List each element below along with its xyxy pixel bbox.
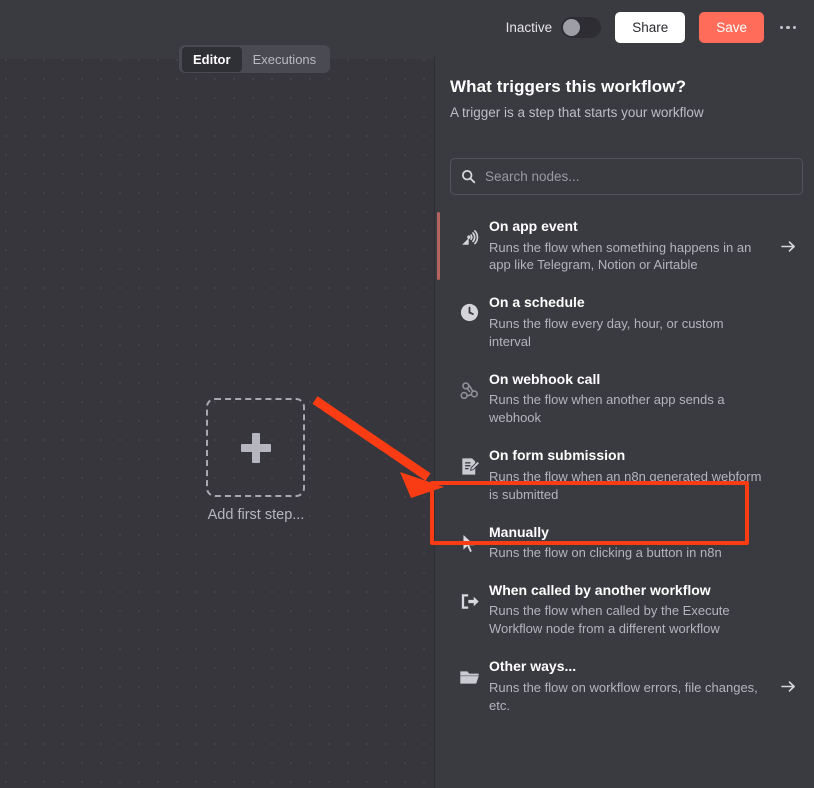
node-description: Runs the flow when an n8n generated webf… (489, 468, 762, 502)
webhook-icon (449, 371, 489, 402)
save-button[interactable]: Save (699, 12, 764, 43)
trigger-panel: What triggers this workflow? A trigger i… (434, 0, 814, 788)
sign-out-icon (449, 582, 489, 613)
arrow-right-icon[interactable] (775, 240, 801, 253)
tab-editor[interactable]: Editor (182, 46, 242, 72)
plus-icon (240, 432, 271, 463)
ellipsis-dot (792, 25, 797, 30)
search-nodes-box[interactable] (450, 158, 803, 195)
clock-icon (449, 294, 489, 323)
node-title: Other ways... (489, 658, 577, 675)
node-title: On webhook call (489, 370, 601, 387)
share-button[interactable]: Share (615, 12, 686, 43)
node-description: Runs the flow on clicking a button in n8… (489, 545, 722, 560)
ellipsis-dot (786, 25, 790, 30)
node-item-manually[interactable]: Manually Runs the flow on clicking a but… (435, 514, 814, 572)
activation-toggle-group[interactable]: Inactive (506, 17, 602, 38)
search-icon (451, 169, 485, 184)
activation-status-label: Inactive (505, 20, 553, 35)
activation-toggle[interactable] (561, 17, 602, 38)
add-first-step-button[interactable] (206, 398, 305, 497)
node-item-other-ways[interactable]: Other ways... Runs the flow on workflow … (435, 648, 814, 724)
node-text: On app event Runs the flow when somethin… (489, 218, 775, 274)
trigger-node-list: On app event Runs the flow when somethin… (435, 208, 814, 725)
tab-executions[interactable]: Executions (242, 47, 328, 72)
node-title: Manually (489, 523, 549, 540)
toggle-knob (563, 19, 581, 36)
node-text: When called by another workflow Runs the… (489, 582, 775, 638)
node-description: Runs the flow every day, hour, or custom… (489, 315, 724, 349)
node-title: On app event (489, 218, 578, 234)
node-text: On form submission Runs the flow when an… (489, 447, 775, 503)
node-text: Manually Runs the flow on clicking a but… (489, 524, 775, 562)
node-title: On a schedule (489, 294, 585, 311)
form-edit-icon (449, 447, 489, 478)
node-item-when-called-by-another-workflow[interactable]: When called by another workflow Runs the… (435, 572, 814, 648)
arrow-right-icon[interactable] (775, 680, 801, 693)
top-header-bar: Inactive Share Save (0, 0, 814, 55)
header-actions: Inactive Share Save (506, 12, 800, 43)
ellipsis-dot (779, 25, 784, 30)
search-input[interactable] (485, 169, 802, 184)
node-description: Runs the flow on workflow errors, file c… (489, 679, 758, 713)
node-text: On a schedule Runs the flow every day, h… (489, 294, 775, 350)
ellipsis-icon[interactable] (776, 16, 800, 40)
node-item-on-a-schedule[interactable]: On a schedule Runs the flow every day, h… (435, 284, 814, 360)
panel-subtitle: A trigger is a step that starts your wor… (450, 105, 704, 120)
node-title: When called by another workflow (489, 581, 711, 598)
node-title: On form submission (489, 447, 626, 464)
cursor-pointer-icon (449, 524, 489, 555)
folder-open-icon (449, 658, 489, 689)
node-item-on-form-submission[interactable]: On form submission Runs the flow when an… (435, 437, 814, 513)
active-accent-bar (437, 212, 440, 281)
node-text: On webhook call Runs the flow when anoth… (489, 371, 775, 427)
node-description: Runs the flow when called by the Execute… (489, 603, 730, 637)
node-item-on-webhook-call[interactable]: On webhook call Runs the flow when anoth… (435, 361, 814, 437)
add-first-step-label: Add first step... (207, 507, 305, 523)
node-description: Runs the flow when another app sends a w… (489, 392, 725, 426)
panel-title: What triggers this workflow? (450, 77, 687, 96)
node-text: Other ways... Runs the flow on workflow … (489, 658, 775, 714)
editor-tabs: Editor Executions (179, 45, 331, 73)
node-item-on-app-event[interactable]: On app event Runs the flow when somethin… (435, 208, 814, 284)
satellite-signal-icon (449, 218, 489, 249)
n8n-workflow-editor: Add first step... Inactive Share Save Ed… (0, 0, 814, 788)
node-description: Runs the flow when something happens in … (489, 239, 752, 273)
